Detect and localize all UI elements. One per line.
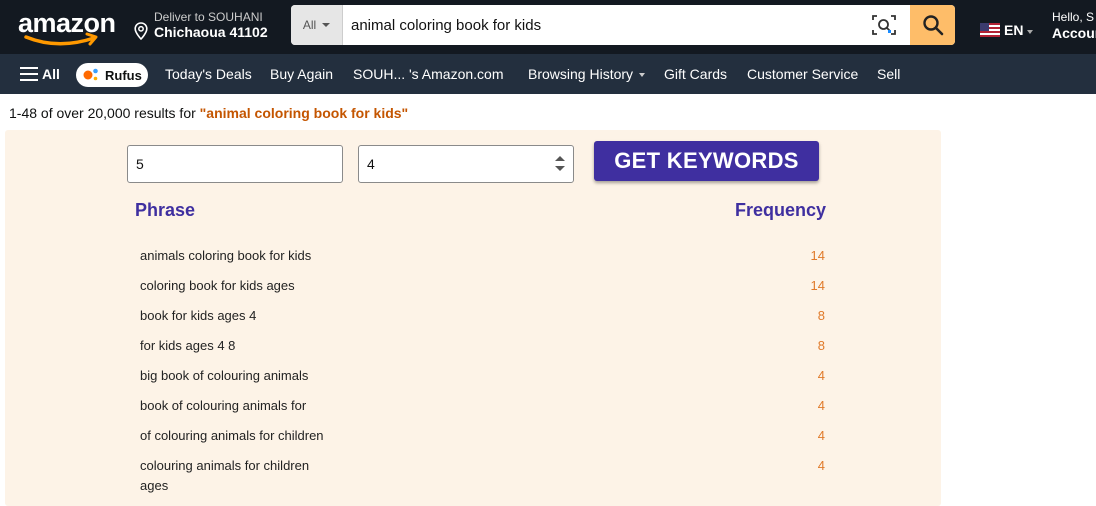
phrase-cell: coloring book for kids ages [140, 278, 295, 293]
browsing-history-label: Browsing History [528, 66, 634, 82]
search-button[interactable] [910, 5, 955, 45]
language-selector[interactable]: EN [980, 20, 1034, 40]
rufus-label: Rufus [105, 67, 142, 83]
search-input[interactable] [343, 5, 863, 45]
map-pin-icon [134, 22, 148, 40]
min-frequency-value: 4 [367, 156, 375, 172]
deliver-line-2: Chichaoua 41102 [154, 24, 268, 40]
table-row: coloring book for kids ages 14 [5, 271, 941, 301]
magnifier-icon [922, 15, 943, 36]
phrase-cell: animals coloring book for kids [140, 248, 312, 263]
frequency-cell: 4 [817, 458, 825, 473]
language-label: EN [1004, 22, 1024, 38]
account-menu[interactable]: Hello, S Accoun [1052, 10, 1096, 41]
rufus-button[interactable]: Rufus [76, 63, 148, 87]
nav-link-sell[interactable]: Sell [877, 66, 900, 82]
us-flag-icon [980, 23, 1000, 37]
table-row: for kids ages 4 8 8 [5, 331, 941, 361]
chevron-down-icon [322, 23, 331, 27]
table-row: animals coloring book for kids 14 [5, 241, 941, 271]
nav-link-todays-deals[interactable]: Today's Deals [165, 66, 252, 82]
rufus-dots-icon [83, 68, 98, 81]
account-label: Accoun [1052, 25, 1096, 41]
search-bar: All [291, 5, 955, 45]
phrase-cell: for kids ages 4 8 [140, 338, 236, 353]
phrase-cell: colouring animals for children ages [140, 458, 310, 493]
keyword-tool-panel: 5 4 GET KEYWORDS Phrase Frequency animal… [5, 130, 941, 506]
all-menu-label: All [42, 66, 60, 82]
nav-link-browsing-history[interactable]: Browsing History [528, 66, 646, 82]
phrase-column-header: Phrase [135, 200, 196, 220]
min-frequency-stepper[interactable]: 4 [358, 145, 574, 183]
amazon-logo[interactable]: amazon [16, 6, 120, 48]
account-greeting: Hello, S [1052, 10, 1095, 24]
search-category-select[interactable]: All [291, 5, 343, 45]
frequency-cell: 4 [817, 428, 825, 443]
phrase-length-input[interactable]: 5 [127, 145, 343, 183]
frequency-column-header: Frequency [735, 200, 827, 220]
all-menu-button[interactable]: All [20, 66, 60, 82]
camera-lens-icon[interactable] [871, 13, 897, 37]
phrase-cell: book for kids ages 4 [140, 308, 257, 323]
chevron-down-icon [1027, 30, 1034, 34]
table-row: book of colouring animals for 4 [5, 391, 941, 421]
hamburger-icon [20, 67, 38, 81]
top-header: amazon Deliver to SOUHANI Chichaoua 4110… [0, 0, 1096, 54]
table-row: colouring animals for children ages 4 [5, 451, 941, 493]
deliver-line-1: Deliver to SOUHANI [154, 10, 263, 24]
frequency-cell: 8 [817, 338, 825, 353]
get-keywords-button[interactable]: GET KEYWORDS [594, 141, 819, 181]
nav-bar: All Rufus Today's Deals Buy Again SOUH..… [0, 54, 1096, 94]
amazon-smile-icon [24, 32, 98, 46]
results-query: "animal coloring book for kids" [199, 105, 409, 121]
search-category-label: All [302, 18, 317, 32]
table-row: book for kids ages 4 8 [5, 301, 941, 331]
table-row: of colouring animals for children 4 [5, 421, 941, 451]
frequency-cell: 4 [817, 398, 825, 413]
results-summary: 1-48 of over 20,000 results for "animal … [9, 105, 408, 121]
nav-link-my-amazon[interactable]: SOUH... 's Amazon.com [353, 66, 504, 82]
nav-link-customer-service[interactable]: Customer Service [747, 66, 858, 82]
phrase-cell: big book of colouring animals [140, 368, 309, 383]
frequency-cell: 14 [810, 278, 825, 293]
nav-link-gift-cards[interactable]: Gift Cards [664, 66, 727, 82]
frequency-cell: 4 [817, 368, 825, 383]
chevron-down-icon [639, 73, 646, 78]
results-count: 1-48 of over 20,000 results for [9, 105, 200, 121]
nav-link-buy-again[interactable]: Buy Again [270, 66, 333, 82]
phrase-cell: of colouring animals for children [140, 428, 324, 443]
phrase-cell: book of colouring animals for [140, 398, 307, 413]
keyword-table: animals coloring book for kids 14 colori… [5, 241, 941, 493]
frequency-cell: 8 [817, 308, 825, 323]
stepper-arrows-icon[interactable] [555, 156, 565, 172]
frequency-cell: 14 [810, 248, 825, 263]
table-row: big book of colouring animals 4 [5, 361, 941, 391]
